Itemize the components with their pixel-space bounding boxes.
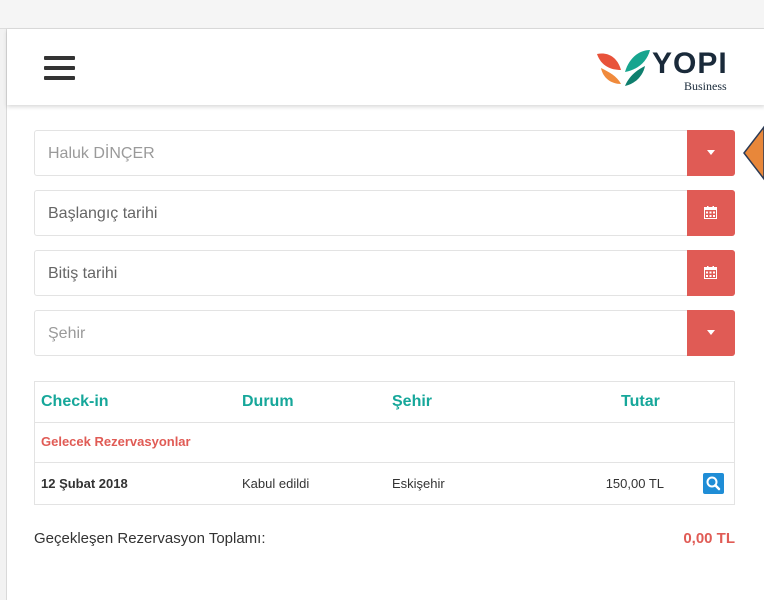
- chevron-down-icon: [707, 150, 715, 155]
- guest-select-value: Haluk DİNÇER: [48, 145, 155, 162]
- search-icon: [706, 476, 721, 491]
- city-select[interactable]: Şehir: [34, 310, 735, 356]
- table-group-row: Gelecek Rezervasyonlar: [35, 422, 734, 463]
- chevron-down-icon: [707, 330, 715, 335]
- cell-status: Kabul edildi: [242, 476, 310, 491]
- arrow-pointer-icon: [743, 125, 764, 181]
- column-header-status[interactable]: Durum: [242, 382, 294, 422]
- reservations-table: Check-in Durum Şehir Tutar Gelecek Rezer…: [34, 381, 735, 505]
- cell-amount: 150,00 TL: [605, 476, 664, 491]
- start-date-field[interactable]: Başlangıç tarihi: [34, 190, 735, 236]
- app-header: YOPI Business: [7, 29, 764, 105]
- calendar-icon: [704, 206, 717, 219]
- city-dropdown-button[interactable]: [687, 310, 735, 356]
- table-header: Check-in Durum Şehir Tutar: [35, 382, 734, 423]
- total-value: 0,00 TL: [683, 530, 735, 547]
- guest-dropdown-button[interactable]: [687, 130, 735, 176]
- column-header-checkin[interactable]: Check-in: [41, 382, 109, 422]
- end-date-field[interactable]: Bitiş tarihi: [34, 250, 735, 296]
- app-viewport: YOPI Business Haluk DİNÇER Başlangıç tar…: [6, 29, 764, 600]
- city-select-placeholder: Şehir: [48, 325, 86, 342]
- calendar-icon: [704, 266, 717, 279]
- column-header-city[interactable]: Şehir: [392, 382, 432, 422]
- column-header-amount[interactable]: Tutar: [621, 382, 660, 422]
- logo-wordmark: YOPI: [652, 47, 728, 80]
- end-date-calendar-button[interactable]: [687, 250, 735, 296]
- end-date-placeholder: Bitiş tarihi: [48, 265, 118, 282]
- yopi-logo: YOPI Business: [595, 46, 741, 94]
- logo-subtitle: Business: [684, 79, 727, 93]
- start-date-calendar-button[interactable]: [687, 190, 735, 236]
- butterfly-logo-icon: [597, 50, 650, 86]
- browser-top-strip: [0, 0, 764, 29]
- guest-select[interactable]: Haluk DİNÇER: [34, 130, 735, 176]
- cell-city: Eskişehir: [392, 476, 445, 491]
- view-details-button[interactable]: [703, 473, 724, 494]
- hamburger-menu-icon[interactable]: [44, 56, 75, 80]
- total-label: Geçekleşen Rezervasyon Toplamı:: [34, 530, 266, 547]
- start-date-placeholder: Başlangıç tarihi: [48, 205, 158, 222]
- table-row[interactable]: 12 Şubat 2018 Kabul edildi Eskişehir 150…: [35, 463, 734, 505]
- group-label-upcoming: Gelecek Rezervasyonlar: [41, 434, 191, 449]
- cell-checkin: 12 Şubat 2018: [41, 476, 128, 491]
